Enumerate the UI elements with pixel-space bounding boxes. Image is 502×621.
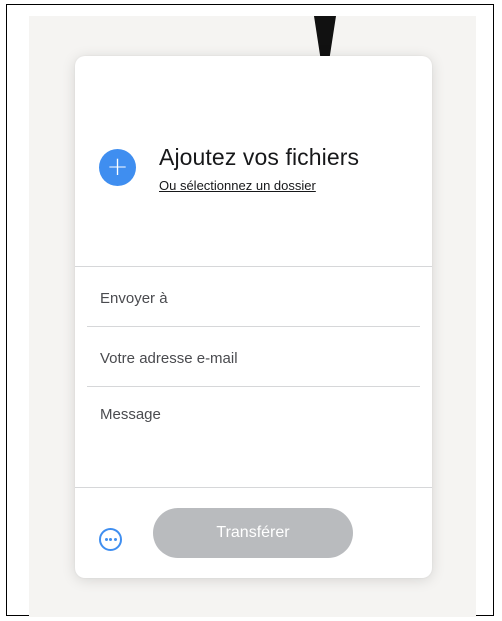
plus-icon: + bbox=[106, 152, 129, 182]
select-folder-link[interactable]: Ou sélectionnez un dossier bbox=[159, 178, 316, 193]
message-textarea[interactable] bbox=[100, 406, 410, 476]
more-options-button[interactable] bbox=[99, 528, 122, 551]
add-files-title: Ajoutez vos fichiers bbox=[159, 144, 360, 170]
divider bbox=[75, 266, 432, 267]
add-files-area[interactable]: + Ajoutez vos fichiers Ou sélectionnez u… bbox=[99, 144, 409, 204]
divider bbox=[87, 326, 420, 327]
add-files-button[interactable]: + bbox=[99, 149, 136, 186]
transfer-button[interactable]: Transférer bbox=[153, 508, 353, 558]
send-to-input[interactable] bbox=[100, 288, 410, 308]
divider bbox=[87, 386, 420, 387]
email-input[interactable] bbox=[100, 348, 410, 368]
transfer-card: + Ajoutez vos fichiers Ou sélectionnez u… bbox=[75, 56, 432, 578]
divider bbox=[75, 487, 432, 488]
